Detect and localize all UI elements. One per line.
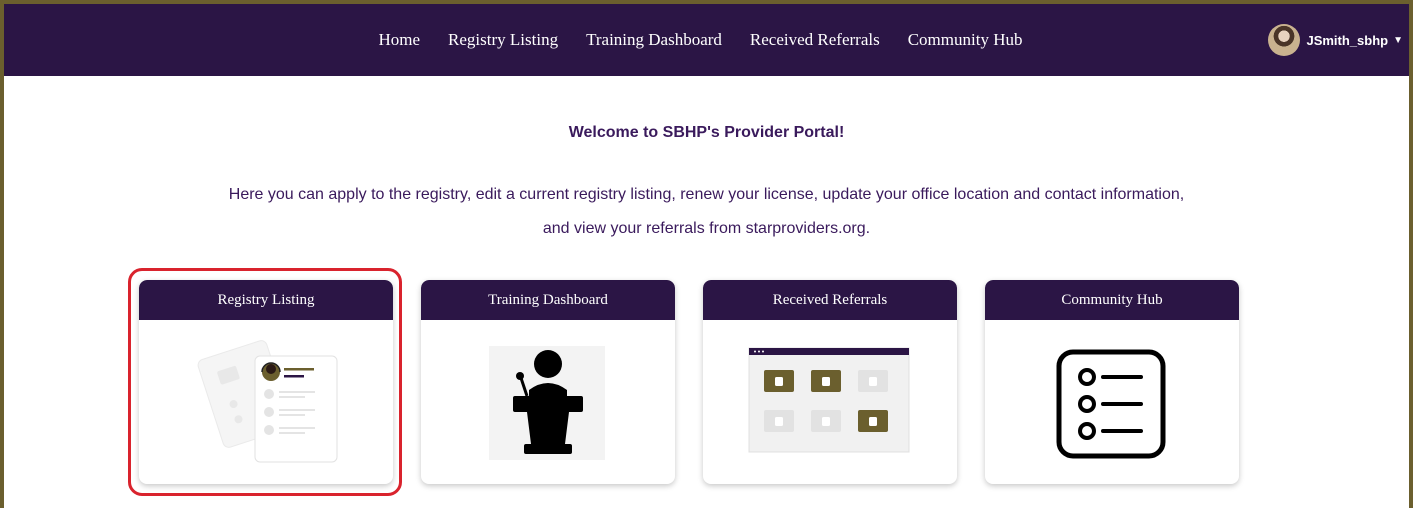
nav-received-referrals[interactable]: Received Referrals (736, 30, 894, 50)
nav-training-dashboard[interactable]: Training Dashboard (572, 30, 736, 50)
nav-community-hub[interactable]: Community Hub (894, 30, 1037, 50)
user-menu[interactable]: JSmith_sbhp ▼ (1268, 22, 1403, 58)
registry-listing-illustration (197, 340, 338, 463)
nav-registry-listing[interactable]: Registry Listing (434, 30, 572, 50)
nav-links: Home Registry Listing Training Dashboard… (4, 4, 1409, 76)
nav-home[interactable]: Home (365, 30, 435, 50)
chevron-down-icon: ▼ (1393, 34, 1403, 46)
card-received-referrals[interactable]: Received Referrals (703, 280, 957, 484)
card-community-hub-title: Community Hub (985, 280, 1239, 320)
card-community-hub[interactable]: Community Hub (985, 280, 1239, 484)
page-frame: Home Registry Listing Training Dashboard… (4, 4, 1409, 508)
video-grid-illustration (748, 347, 910, 453)
welcome-heading: Welcome to SBHP's Provider Portal! (568, 124, 845, 141)
intro-line-1: Here you can apply to the registry, edit… (228, 186, 1185, 203)
podium-speaker-icon (489, 346, 605, 460)
top-navbar: Home Registry Listing Training Dashboard… (4, 4, 1409, 76)
card-registry-listing[interactable]: Registry Listing (139, 280, 393, 484)
card-training-dashboard[interactable]: Training Dashboard (421, 280, 675, 484)
avatar (1268, 24, 1301, 56)
card-received-referrals-title: Received Referrals (703, 280, 957, 320)
intro-text: Here you can apply to the registry, edit… (44, 178, 1369, 246)
card-registry-listing-title: Registry Listing (139, 280, 393, 320)
intro-line-2: and view your referrals from starprovide… (542, 220, 871, 237)
card-training-dashboard-title: Training Dashboard (421, 280, 675, 320)
checklist-icon (1056, 349, 1166, 459)
user-name: JSmith_sbhp (1306, 32, 1389, 48)
